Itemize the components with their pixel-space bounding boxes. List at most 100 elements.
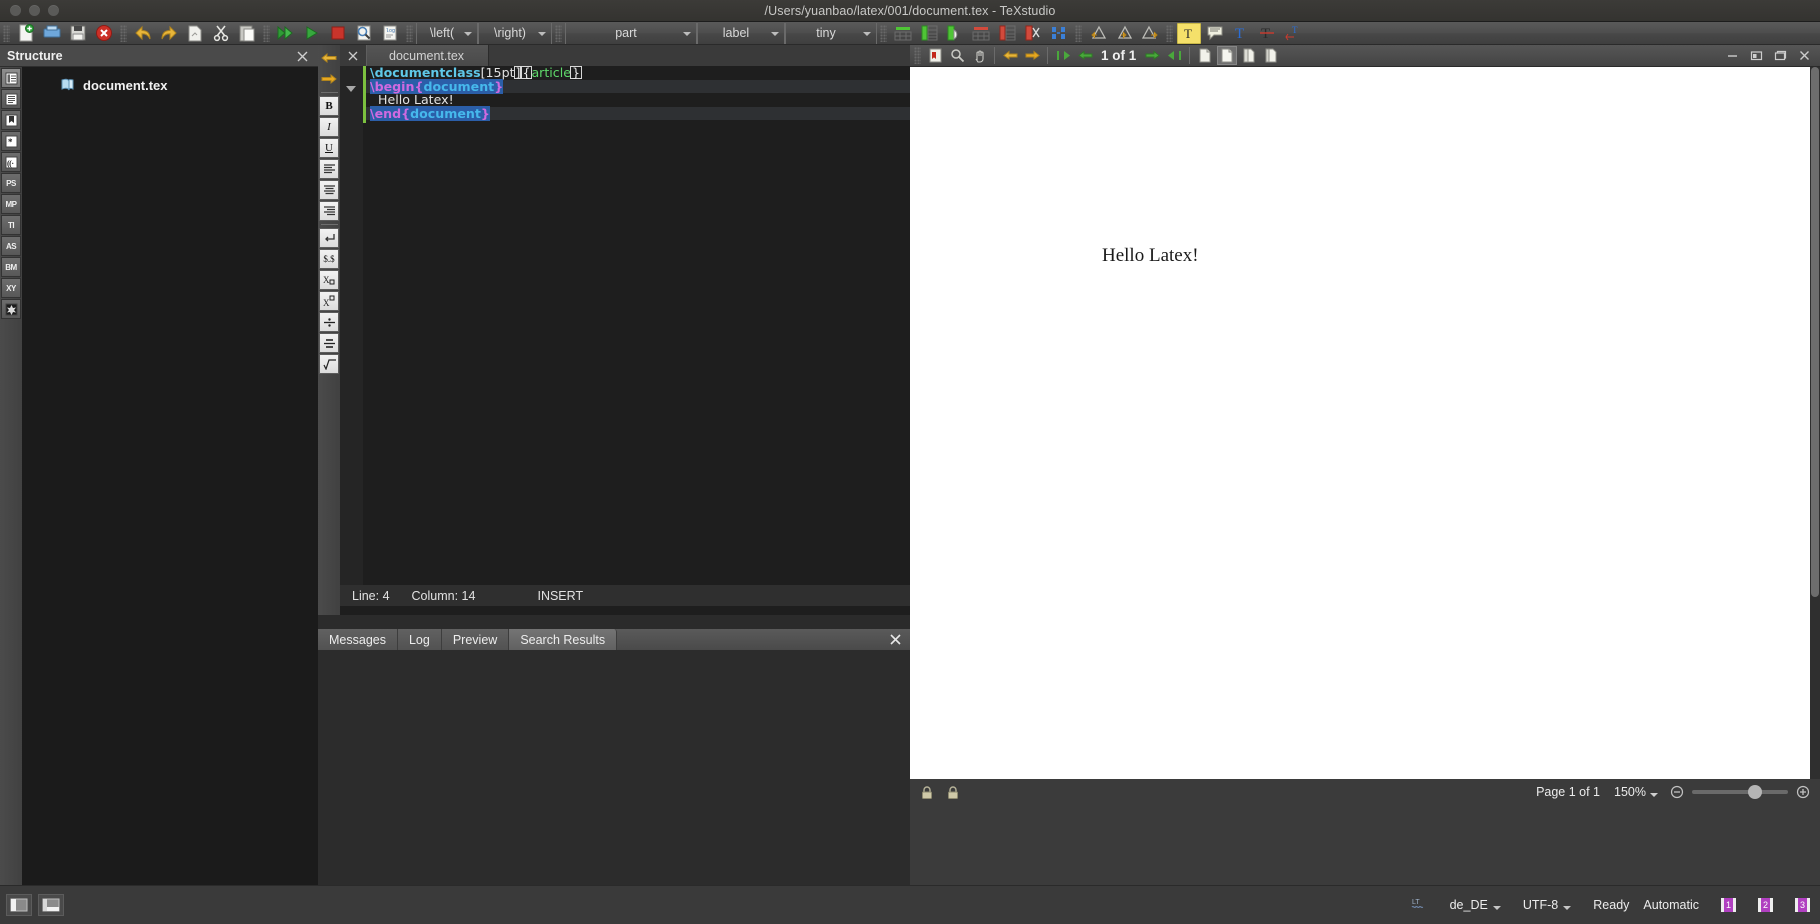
cut-icon[interactable] (209, 23, 233, 44)
pdf-scrollbar[interactable] (1810, 67, 1820, 779)
pdf-page-canvas[interactable]: Hello Latex! (910, 67, 1820, 779)
rail-symbols-operators-icon[interactable]: * (1, 131, 21, 151)
code-line-3[interactable]: Hello Latex! (366, 92, 910, 109)
build-and-view-icon[interactable] (274, 23, 298, 44)
rail-structure-view-icon[interactable] (1, 68, 21, 88)
table-delete-row-icon[interactable] (969, 23, 993, 44)
pdf-back-icon[interactable] (1000, 46, 1020, 65)
rail-symbols-ti-icon[interactable]: TI (1, 215, 21, 235)
zoom-in-icon[interactable] (1796, 785, 1810, 799)
stop-compile-icon[interactable] (326, 23, 350, 44)
magnify-icon[interactable] (947, 46, 967, 65)
table-insert-column-icon[interactable] (917, 23, 941, 44)
rail-symbols-as-icon[interactable]: AS (1, 236, 21, 256)
tree-item-document[interactable]: document.tex (22, 75, 318, 95)
toolbar-grip-7[interactable] (1075, 24, 1082, 42)
square-root-icon[interactable] (319, 354, 339, 374)
close-document-icon[interactable] (92, 23, 116, 44)
align-right-icon[interactable] (319, 201, 339, 221)
paste-icon[interactable] (235, 23, 259, 44)
rail-bookmarks-list-icon[interactable] (1, 89, 21, 109)
toolbar-grip-5[interactable] (555, 24, 562, 42)
replace-text-icon[interactable]: T (1281, 23, 1305, 44)
toolbar-grip-2[interactable] (120, 24, 127, 42)
pdf-toolbar-grip[interactable] (914, 47, 921, 64)
undo-icon[interactable] (131, 23, 155, 44)
table-delete-column-icon[interactable] (995, 23, 1019, 44)
zoom-slider[interactable] (1692, 785, 1788, 799)
table-align-icon[interactable] (1047, 23, 1071, 44)
tab-search-results[interactable]: Search Results (509, 629, 618, 650)
combo-right-delimiter[interactable]: \right) (478, 22, 552, 44)
pdf-forward-icon[interactable] (1022, 46, 1042, 65)
pdf-minimize-icon[interactable] (1722, 46, 1742, 65)
align-left-icon[interactable] (319, 159, 339, 179)
superscript-icon[interactable]: X (319, 291, 339, 311)
sync-lock-left-icon[interactable] (920, 785, 934, 805)
last-page-icon[interactable] (1164, 46, 1184, 65)
align-center-icon[interactable] (319, 180, 339, 200)
zoom-slider-knob[interactable] (1748, 785, 1762, 799)
combo-font-size[interactable]: tiny (785, 22, 877, 44)
zoom-out-icon[interactable] (1670, 785, 1684, 799)
fraction-frac-icon[interactable] (319, 333, 339, 353)
table-column-paste-icon[interactable] (943, 23, 967, 44)
close-output-panel-icon[interactable] (887, 631, 904, 648)
two-pages-continuous-icon[interactable] (1261, 46, 1281, 65)
code-line-1[interactable]: \documentclass[15pt] {article} (366, 66, 910, 80)
rail-bookmark-panel-icon[interactable] (1, 110, 21, 130)
rail-symbols-xy-icon[interactable]: XY (1, 278, 21, 298)
toolbar-grip-8[interactable] (1166, 24, 1173, 42)
view-log-icon[interactable]: log (378, 23, 402, 44)
first-page-icon[interactable] (1053, 46, 1073, 65)
table-insert-row-icon[interactable] (891, 23, 915, 44)
chevron-down-icon[interactable] (1650, 792, 1658, 797)
single-page-icon[interactable] (1195, 46, 1215, 65)
rail-symbols-misc-icon[interactable] (1, 299, 21, 319)
subscript-icon[interactable]: X (319, 270, 339, 290)
structure-tree[interactable]: document.tex (22, 67, 318, 885)
pdf-page-indicator[interactable]: 1 of 1 (1101, 48, 1136, 63)
rail-symbols-mp-icon[interactable]: MP (1, 194, 21, 214)
fraction-dfrac-icon[interactable] (319, 312, 339, 332)
toolbar-grip-3[interactable] (263, 24, 270, 42)
error-marker-prev-icon[interactable] (1112, 23, 1136, 44)
encoding-selector[interactable]: UTF-8 (1523, 898, 1572, 912)
pdf-zoom-value[interactable]: 150% (1614, 785, 1646, 799)
previous-error-icon[interactable] (1086, 23, 1110, 44)
cursor-marker-2-icon[interactable]: 2 (1758, 898, 1773, 912)
comment-icon[interactable] (1203, 23, 1227, 44)
rail-symbols-relation-icon[interactable]: ((· (1, 152, 21, 172)
sync-lock-right-icon[interactable] (946, 785, 960, 805)
table-cut-column-icon[interactable] (1021, 23, 1045, 44)
open-pdf-icon[interactable] (925, 46, 945, 65)
hand-tool-icon[interactable] (969, 46, 989, 65)
language-tool-icon[interactable]: LT (1410, 896, 1428, 915)
toolbar-grip-6[interactable] (880, 24, 887, 42)
two-pages-icon[interactable] (1239, 46, 1259, 65)
rail-symbols-bm-icon[interactable]: BM (1, 257, 21, 277)
cursor-marker-3-icon[interactable]: 3 (1795, 898, 1810, 912)
underline-icon[interactable]: U (319, 138, 339, 158)
toolbar-grip-4[interactable] (406, 24, 413, 42)
new-document-icon[interactable] (14, 23, 38, 44)
math-inline-icon[interactable]: $.$ (319, 249, 339, 269)
pdf-close-icon[interactable] (1794, 46, 1814, 65)
insert-mode-indicator[interactable]: INSERT (537, 589, 583, 603)
strike-text-icon[interactable]: T (1255, 23, 1279, 44)
fold-gutter[interactable] (340, 66, 363, 585)
code-line-4[interactable]: \end{document} (366, 105, 910, 121)
italic-icon[interactable]: I (319, 117, 339, 137)
open-document-icon[interactable] (40, 23, 64, 44)
tab-log[interactable]: Log (397, 629, 442, 650)
toggle-output-panel-button[interactable] (38, 894, 64, 916)
save-document-icon[interactable] (66, 23, 90, 44)
bold-icon[interactable]: B (319, 96, 339, 116)
rail-symbols-ps-icon[interactable]: PS (1, 173, 21, 193)
single-page-continuous-icon[interactable] (1217, 46, 1238, 65)
code-editor-area[interactable]: \documentclass[15pt] {article} \begin{doc… (366, 66, 910, 585)
next-document-icon[interactable] (319, 69, 339, 89)
close-tab-icon[interactable] (340, 45, 366, 66)
next-page-icon[interactable] (1142, 46, 1162, 65)
redo-icon[interactable] (157, 23, 181, 44)
